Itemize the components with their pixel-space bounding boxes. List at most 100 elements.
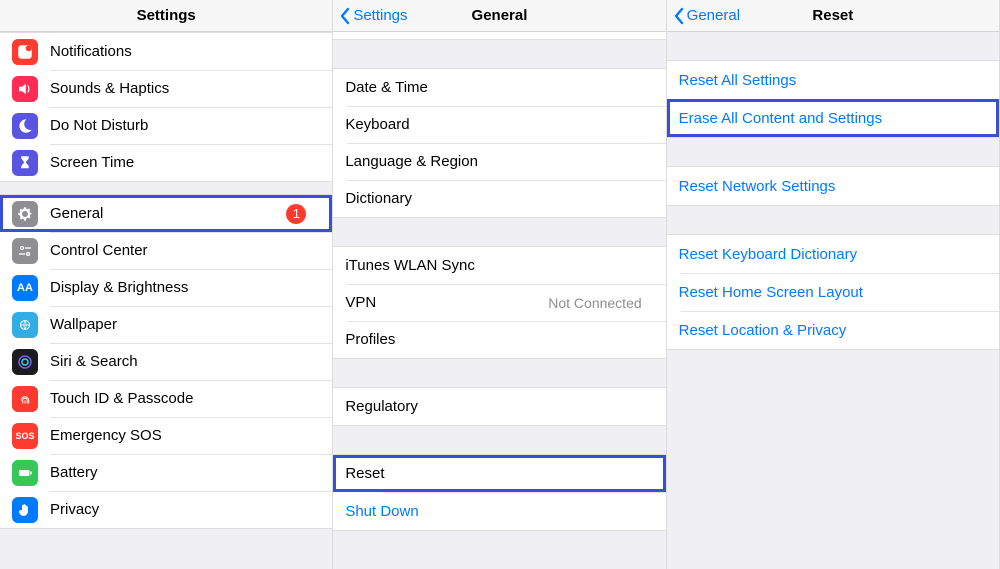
chevron-right-icon <box>314 355 322 369</box>
row-battery[interactable]: Battery <box>0 454 332 491</box>
row-label: Reset All Settings <box>679 72 989 89</box>
row-label: Erase All Content and Settings <box>679 110 989 127</box>
general-body: Date & Time Keyboard Language & Region D… <box>333 32 665 569</box>
row-reset[interactable]: Reset <box>333 455 665 492</box>
row-resetloc[interactable]: Reset Location & Privacy <box>667 311 999 349</box>
settings-pane: Settings Notifications Sounds & Haptics <box>0 0 333 569</box>
row-resetnet[interactable]: Reset Network Settings <box>667 167 999 205</box>
back-to-settings[interactable]: Settings <box>339 0 407 31</box>
back-label: Settings <box>353 7 407 24</box>
row-label: Notifications <box>50 43 314 60</box>
row-profiles[interactable]: Profiles <box>333 321 665 358</box>
reset-title: Reset <box>812 7 853 24</box>
battery-icon <box>12 460 38 486</box>
row-label: Display & Brightness <box>50 279 314 296</box>
row-regulatory[interactable]: Regulatory <box>333 388 665 425</box>
hourglass-icon <box>12 150 38 176</box>
chevron-right-icon <box>648 296 656 310</box>
chevron-right-icon <box>314 503 322 517</box>
row-label: Date & Time <box>345 79 647 96</box>
row-label: General <box>50 205 286 222</box>
row-siri[interactable]: Siri & Search <box>0 343 332 380</box>
chevron-right-icon <box>648 400 656 414</box>
row-shutdown[interactable]: Shut Down <box>333 492 665 530</box>
chevron-right-icon <box>314 318 322 332</box>
row-label: Siri & Search <box>50 353 314 370</box>
row-langregion[interactable]: Language & Region <box>333 143 665 180</box>
moon-icon <box>12 113 38 139</box>
chevron-right-icon <box>648 333 656 347</box>
chevron-right-icon <box>314 156 322 170</box>
general-nav: Settings General <box>333 0 665 32</box>
sos-icon: SOS <box>12 423 38 449</box>
notifications-icon <box>12 39 38 65</box>
row-label: Reset Network Settings <box>679 178 989 195</box>
row-label: Emergency SOS <box>50 427 314 444</box>
row-resetkb[interactable]: Reset Keyboard Dictionary <box>667 235 999 273</box>
row-label: Reset <box>345 465 647 482</box>
row-label: Reset Keyboard Dictionary <box>679 246 989 263</box>
chevron-right-icon <box>314 244 322 258</box>
row-eraseall[interactable]: Erase All Content and Settings <box>667 99 999 137</box>
notification-badge: 1 <box>286 204 306 224</box>
row-label: Screen Time <box>50 154 314 171</box>
chevron-right-icon <box>648 118 656 132</box>
wallpaper-icon <box>12 312 38 338</box>
back-to-general[interactable]: General <box>673 0 740 31</box>
chevron-right-icon <box>314 392 322 406</box>
row-screentime[interactable]: Screen Time <box>0 144 332 181</box>
gear-icon <box>12 201 38 227</box>
row-label: Sounds & Haptics <box>50 80 314 97</box>
row-label: Control Center <box>50 242 314 259</box>
row-sounds[interactable]: Sounds & Haptics <box>0 70 332 107</box>
row-general[interactable]: General 1 <box>0 195 332 232</box>
row-label: Reset Home Screen Layout <box>679 284 989 301</box>
row-display[interactable]: AA Display & Brightness <box>0 269 332 306</box>
row-vpn[interactable]: VPN Not Connected <box>333 284 665 321</box>
row-label: VPN <box>345 294 548 311</box>
display-icon: AA <box>12 275 38 301</box>
row-sos[interactable]: SOS Emergency SOS <box>0 417 332 454</box>
row-label: Shut Down <box>345 503 655 520</box>
fingerprint-icon <box>12 386 38 412</box>
chevron-right-icon <box>314 207 322 221</box>
reset-pane: General Reset Reset All Settings Erase A… <box>667 0 1000 569</box>
row-label: Privacy <box>50 501 314 518</box>
chevron-right-icon <box>314 281 322 295</box>
row-label: Language & Region <box>345 153 647 170</box>
chevron-right-icon <box>314 82 322 96</box>
siri-icon <box>12 349 38 375</box>
settings-nav: Settings <box>0 0 332 32</box>
row-touchid[interactable]: Touch ID & Passcode <box>0 380 332 417</box>
row-privacy[interactable]: Privacy <box>0 491 332 528</box>
hand-icon <box>12 497 38 523</box>
chevron-right-icon <box>314 119 322 133</box>
row-label: Battery <box>50 464 314 481</box>
row-label: iTunes WLAN Sync <box>345 257 647 274</box>
chevron-right-icon <box>314 466 322 480</box>
row-dictionary[interactable]: Dictionary <box>333 180 665 217</box>
row-resetall[interactable]: Reset All Settings <box>667 61 999 99</box>
chevron-right-icon <box>648 155 656 169</box>
chevron-right-icon <box>648 259 656 273</box>
back-label: General <box>687 7 740 24</box>
row-label: Regulatory <box>345 398 647 415</box>
general-pane: Settings General Date & Time Keyboard La… <box>333 0 666 569</box>
row-label: Keyboard <box>345 116 647 133</box>
row-label: Touch ID & Passcode <box>50 390 314 407</box>
row-notifications[interactable]: Notifications <box>0 33 332 70</box>
chevron-right-icon <box>314 429 322 443</box>
row-controlcenter[interactable]: Control Center <box>0 232 332 269</box>
row-ituneswlan[interactable]: iTunes WLAN Sync <box>333 247 665 284</box>
row-dnd[interactable]: Do Not Disturb <box>0 107 332 144</box>
sounds-icon <box>12 76 38 102</box>
row-label: Profiles <box>345 331 647 348</box>
row-keyboard[interactable]: Keyboard <box>333 106 665 143</box>
row-resethome[interactable]: Reset Home Screen Layout <box>667 273 999 311</box>
chevron-right-icon <box>648 81 656 95</box>
row-label: Wallpaper <box>50 316 314 333</box>
chevron-right-icon <box>648 467 656 481</box>
row-wallpaper[interactable]: Wallpaper <box>0 306 332 343</box>
row-datetime[interactable]: Date & Time <box>333 69 665 106</box>
settings-body: Notifications Sounds & Haptics Do Not Di… <box>0 32 332 569</box>
